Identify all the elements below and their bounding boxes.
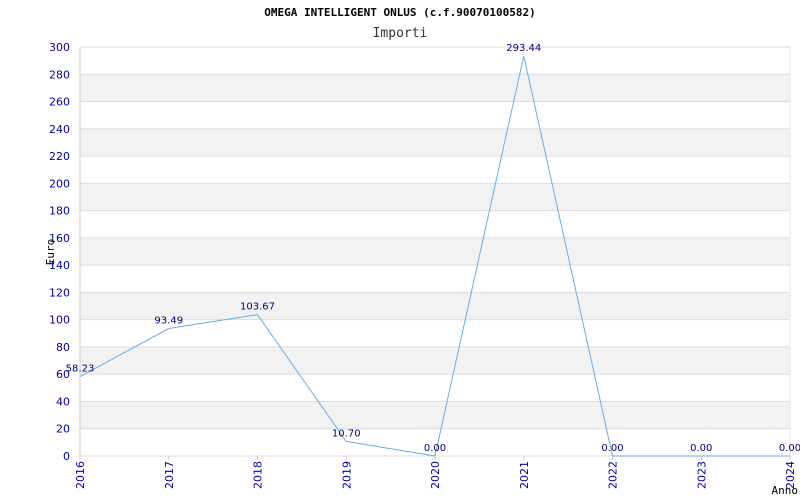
x-tick-label: 2022	[607, 461, 620, 489]
x-tick-label: 2016	[74, 461, 87, 489]
grid-band	[80, 237, 790, 266]
y-tick-label: 40	[56, 395, 70, 408]
x-tick-label: 2017	[163, 461, 176, 489]
grid-band	[80, 128, 790, 157]
chart-title: OMEGA INTELLIGENT ONLUS (c.f.90070100582…	[264, 6, 536, 19]
grid-band	[80, 401, 790, 429]
y-tick-label: 240	[49, 123, 70, 136]
chart-subtitle: Importi	[373, 26, 428, 41]
data-label: 0.00	[424, 443, 446, 454]
x-tick-label: 2018	[252, 461, 265, 489]
y-tick-label: 0	[63, 450, 70, 463]
x-tick-label: 2019	[340, 461, 353, 489]
data-label: 10.70	[332, 428, 361, 439]
grid-band	[80, 346, 790, 375]
data-label: 0.00	[779, 443, 800, 454]
y-tick-label: 200	[49, 177, 70, 190]
x-tick-label: 2021	[518, 461, 531, 489]
grid-band	[80, 292, 790, 320]
data-label: 0.00	[690, 443, 712, 454]
y-tick-label: 300	[49, 41, 70, 54]
x-tick-label: 2020	[429, 461, 442, 489]
grid-band	[80, 183, 790, 211]
x-axis-ticks: 2016 2017 2018 2019 2020 2021 2022 2023 2024	[74, 456, 797, 489]
x-axis-label: Anno	[772, 484, 799, 497]
x-tick-label: 2023	[695, 461, 708, 489]
data-label: 103.67	[240, 302, 275, 313]
data-label: 0.00	[601, 443, 623, 454]
y-tick-label: 20	[56, 423, 70, 436]
y-tick-label: 120	[49, 286, 70, 299]
y-tick-label: 220	[49, 150, 70, 163]
y-axis-label: Euro	[44, 239, 57, 266]
grid-band	[80, 74, 790, 102]
data-label: 58.23	[66, 364, 95, 375]
y-tick-label: 100	[49, 314, 70, 327]
data-label: 93.49	[154, 316, 183, 327]
grid-bands	[79, 46, 791, 457]
y-tick-label: 280	[49, 68, 70, 81]
y-tick-label: 260	[49, 96, 70, 109]
y-tick-label: 180	[49, 205, 70, 218]
y-tick-label: 80	[56, 341, 70, 354]
data-label: 293.44	[506, 43, 541, 54]
chart: OMEGA INTELLIGENT ONLUS (c.f.90070100582…	[44, 6, 800, 497]
